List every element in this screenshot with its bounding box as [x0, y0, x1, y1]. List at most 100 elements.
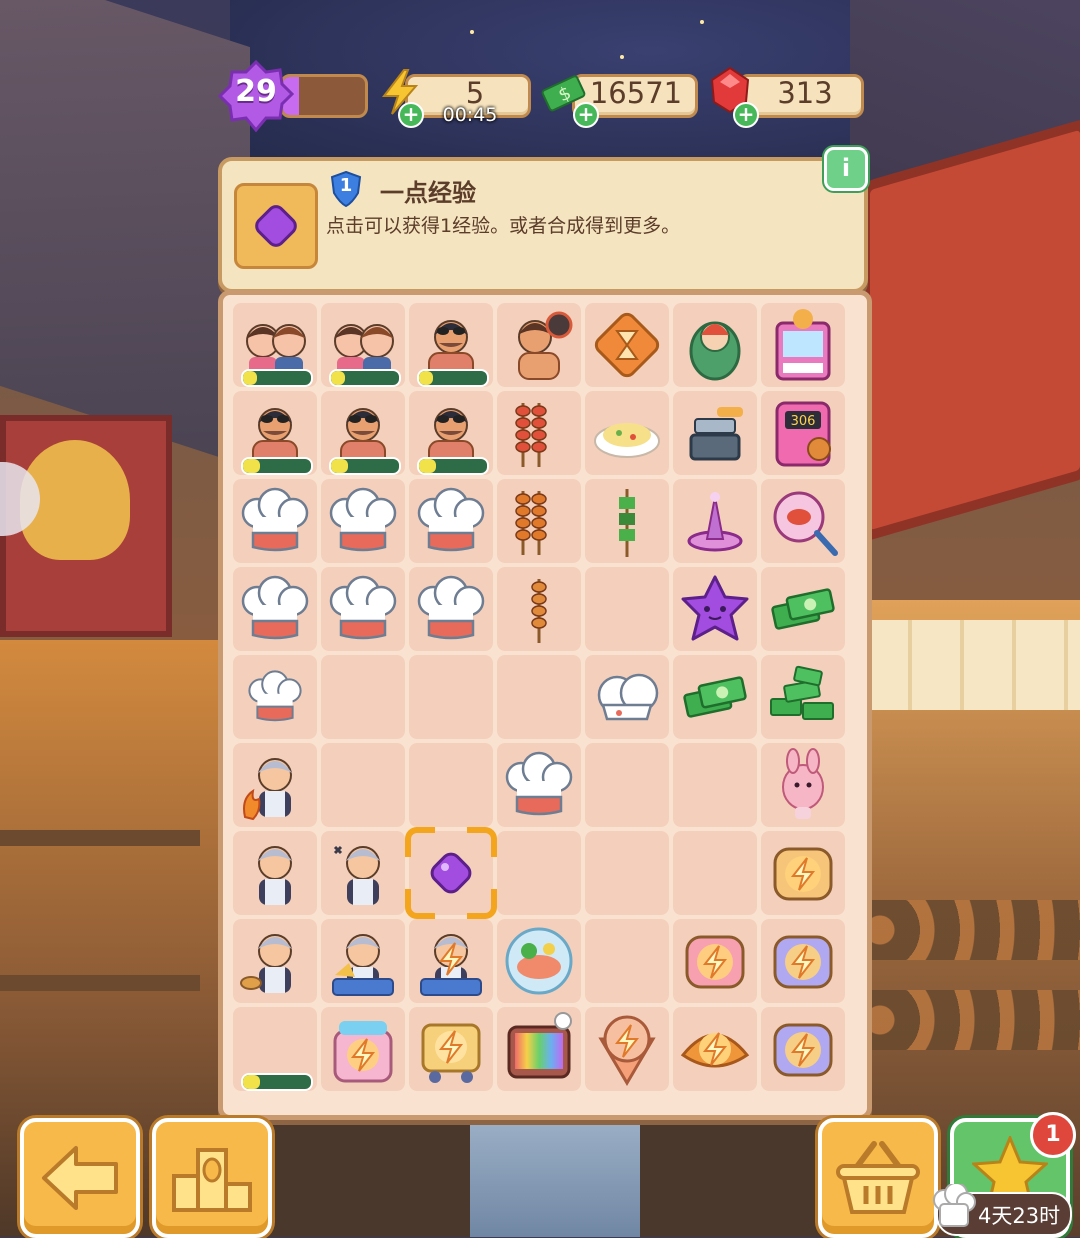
board-cell[interactable]	[233, 567, 317, 651]
board-cell[interactable]	[497, 567, 581, 651]
board-cell[interactable]	[585, 655, 669, 739]
info-button[interactable]: i	[824, 147, 868, 191]
board-cell[interactable]	[321, 479, 405, 563]
chef-hat-puff-icon	[589, 659, 665, 735]
board-grid: 306	[233, 303, 845, 1091]
board-cell[interactable]	[233, 303, 317, 387]
board-cell[interactable]	[409, 479, 493, 563]
board-cell[interactable]	[585, 743, 669, 827]
cash-count: 16571	[589, 76, 683, 110]
board-cell[interactable]	[409, 1007, 493, 1091]
board-cell[interactable]	[409, 655, 493, 739]
board-cell[interactable]	[497, 655, 581, 739]
board-cell[interactable]	[409, 743, 493, 827]
energy-cake-icon	[325, 1011, 401, 1087]
shop-basket-button[interactable]	[818, 1118, 938, 1238]
add-cash-button[interactable]: +	[573, 102, 599, 128]
board-cell[interactable]	[761, 655, 845, 739]
board-cell[interactable]	[761, 1007, 845, 1091]
board-cell[interactable]	[673, 303, 757, 387]
item-progress-bar	[417, 457, 489, 475]
add-gem-button[interactable]: +	[733, 102, 759, 128]
sky-star	[470, 30, 474, 34]
event-timer: 4天23时	[978, 1204, 1061, 1228]
board-cell[interactable]	[233, 831, 317, 915]
board-cell[interactable]	[761, 303, 845, 387]
item-progress-bar	[329, 457, 401, 475]
board-cell[interactable]	[497, 479, 581, 563]
food-display	[860, 990, 1080, 1050]
chef-hat-icon	[237, 571, 313, 647]
board-cell[interactable]	[673, 479, 757, 563]
energy-toaster-icon	[765, 923, 841, 999]
board-cell[interactable]	[321, 567, 405, 651]
info-item-frame	[234, 183, 318, 269]
board-cell[interactable]	[497, 919, 581, 1003]
board-cell[interactable]	[673, 391, 757, 475]
board-cell[interactable]	[233, 743, 317, 827]
board-cell[interactable]	[673, 567, 757, 651]
skewer-single-icon	[501, 571, 577, 647]
board-cell[interactable]	[321, 655, 405, 739]
grill-press-icon	[677, 395, 753, 471]
board-cell[interactable]	[761, 919, 845, 1003]
board-cell[interactable]	[673, 655, 757, 739]
board-cell[interactable]	[409, 567, 493, 651]
bunny-dancer-icon	[765, 747, 841, 823]
board-cell[interactable]	[321, 391, 405, 475]
board-cell[interactable]	[673, 919, 757, 1003]
item-progress-bar	[329, 369, 401, 387]
board-cell[interactable]	[321, 831, 405, 915]
board-cell[interactable]	[409, 303, 493, 387]
leaderboard-button[interactable]	[152, 1118, 272, 1238]
board-cell[interactable]	[321, 303, 405, 387]
board-cell[interactable]	[761, 567, 845, 651]
board-cell[interactable]	[321, 743, 405, 827]
board-cell[interactable]	[233, 655, 317, 739]
board-cell[interactable]	[497, 391, 581, 475]
cash-pile-icon	[765, 659, 841, 735]
board-cell[interactable]	[497, 1007, 581, 1091]
board-cell[interactable]	[233, 391, 317, 475]
board-cell[interactable]	[673, 831, 757, 915]
energy-cart-icon	[413, 1011, 489, 1087]
board-cell[interactable]	[233, 919, 317, 1003]
shop-curtain	[860, 620, 1080, 710]
item-progress-bar	[417, 369, 489, 387]
chef-fire-icon	[237, 747, 313, 823]
food-bubble-icon	[501, 923, 577, 999]
board-cell[interactable]	[585, 567, 669, 651]
board-cell[interactable]	[497, 743, 581, 827]
board-cell[interactable]	[321, 1007, 405, 1091]
basket-icon	[836, 1141, 920, 1214]
board-cell[interactable]	[585, 479, 669, 563]
board-cell[interactable]	[673, 743, 757, 827]
fried-rice-icon	[589, 395, 665, 471]
board-cell[interactable]	[497, 303, 581, 387]
stool	[470, 1110, 640, 1237]
board-cell[interactable]	[761, 743, 845, 827]
board-cell[interactable]	[673, 1007, 757, 1091]
board-cell[interactable]	[585, 919, 669, 1003]
back-button[interactable]	[20, 1118, 140, 1238]
board-cell[interactable]	[585, 303, 669, 387]
board-cell[interactable]	[585, 391, 669, 475]
shelf	[0, 975, 200, 991]
xp-star-icon	[677, 571, 753, 647]
board-cell[interactable]	[409, 919, 493, 1003]
board-cell[interactable]	[321, 919, 405, 1003]
board-cell[interactable]	[761, 831, 845, 915]
board-cell[interactable]	[497, 831, 581, 915]
board-cell[interactable]	[761, 479, 845, 563]
shelf	[0, 830, 200, 846]
board-cell[interactable]	[409, 391, 493, 475]
board-cell[interactable]	[585, 1007, 669, 1091]
board-cell[interactable]	[233, 1007, 317, 1091]
chef-cook-box-icon	[325, 923, 401, 999]
podium-icon	[172, 1148, 252, 1212]
board-cell[interactable]	[233, 479, 317, 563]
board-cell[interactable]: 306	[761, 391, 845, 475]
left-roof	[0, 0, 250, 468]
board-cell[interactable]	[405, 827, 497, 919]
board-cell[interactable]	[585, 831, 669, 915]
